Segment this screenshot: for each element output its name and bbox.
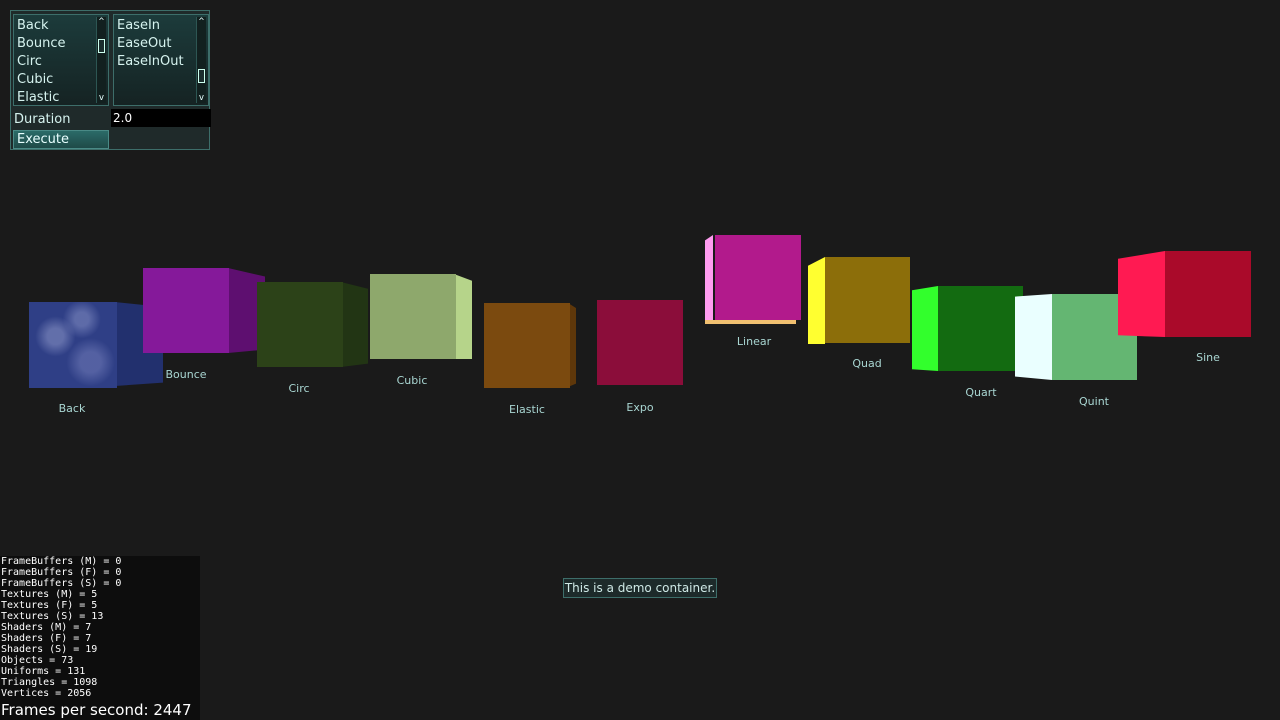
cube-front-face <box>825 257 910 343</box>
cube-side-face <box>808 257 825 344</box>
cube-front-face <box>143 268 229 353</box>
cube-circ <box>257 282 368 367</box>
cube-front-face <box>715 235 801 320</box>
cube-expo <box>597 300 683 385</box>
cube-cubic <box>370 274 472 359</box>
easing-mode-listbox[interactable]: EaseIn EaseOut EaseInOut ^ v <box>113 14 209 106</box>
cube-label-bounce: Bounce <box>165 368 207 381</box>
scroll-thumb[interactable] <box>198 69 205 83</box>
list-item[interactable]: Back <box>14 17 96 35</box>
stat-line: Textures (F) = 5 <box>1 600 98 611</box>
cube-label-linear: Linear <box>736 335 772 348</box>
cube-quart <box>912 286 1023 371</box>
cube-label-quart: Quart <box>965 386 997 399</box>
cube-quad <box>808 257 910 344</box>
cube-elastic <box>484 303 576 388</box>
demo-container: This is a demo container. <box>563 578 717 598</box>
easing-type-listbox[interactable]: Back Bounce Circ Cubic Elastic ^ v <box>13 14 109 106</box>
render-stats-overlay: FrameBuffers (M) = 0 FrameBuffers (F) = … <box>0 556 200 720</box>
cube-label-expo: Expo <box>626 401 654 414</box>
stat-line: FrameBuffers (M) = 0 <box>1 556 122 567</box>
cube-side-face <box>1118 251 1165 337</box>
stat-line: Textures (S) = 13 <box>1 611 104 622</box>
list-item[interactable]: Bounce <box>14 35 96 53</box>
cube-label-cubic: Cubic <box>396 374 428 387</box>
cube-sine <box>1118 251 1251 337</box>
duration-label: Duration <box>14 112 71 127</box>
list-item[interactable]: EaseOut <box>114 35 196 53</box>
fps-counter: Frames per second: 2447 <box>1 701 192 719</box>
duration-input[interactable] <box>111 109 211 127</box>
cube-front-face <box>257 282 343 367</box>
cube-bottom-face <box>705 320 796 324</box>
stat-line: Shaders (F) = 7 <box>1 633 92 644</box>
cube-side-face <box>1015 294 1052 380</box>
cube-side-face <box>705 235 713 324</box>
stat-line: Vertices = 2056 <box>1 688 92 699</box>
cube-label-sine: Sine <box>1196 351 1220 364</box>
stat-line: Shaders (S) = 19 <box>1 644 98 655</box>
list-item[interactable]: Circ <box>14 53 96 71</box>
scrollbar[interactable]: ^ v <box>196 17 206 103</box>
list-item[interactable]: EaseInOut <box>114 53 196 71</box>
list-item[interactable]: Cubic <box>14 71 96 89</box>
stat-line: Objects = 73 <box>1 655 74 666</box>
scroll-down-icon[interactable]: v <box>197 93 206 103</box>
cube-front-face <box>484 303 570 388</box>
cube-front-face <box>1165 251 1251 337</box>
list-item[interactable]: Elastic <box>14 89 96 105</box>
stat-line: Uniforms = 131 <box>1 666 86 677</box>
cube-label-elastic: Elastic <box>509 403 545 416</box>
stat-line: Shaders (M) = 7 <box>1 622 92 633</box>
cube-label-quad: Quad <box>852 357 882 370</box>
list-item[interactable]: EaseIn <box>114 17 196 35</box>
scroll-up-icon[interactable]: ^ <box>197 17 206 27</box>
cube-front-face <box>370 274 456 359</box>
cube-front-face <box>938 286 1023 371</box>
cube-label-circ: Circ <box>288 382 310 395</box>
execute-button[interactable]: Execute <box>13 130 109 149</box>
easing-control-panel: Back Bounce Circ Cubic Elastic ^ v EaseI… <box>10 10 211 150</box>
cube-side-face <box>341 282 368 367</box>
cube-side-face <box>454 274 472 359</box>
stat-line: Textures (M) = 5 <box>1 589 98 600</box>
stat-line: FrameBuffers (F) = 0 <box>1 567 122 578</box>
scroll-down-icon[interactable]: v <box>97 93 106 103</box>
scroll-thumb[interactable] <box>98 39 105 53</box>
cube-bounce <box>143 268 265 353</box>
cube-side-face <box>912 286 938 371</box>
stat-line: Triangles = 1098 <box>1 677 98 688</box>
cube-front-face <box>29 302 117 388</box>
scroll-up-icon[interactable]: ^ <box>97 17 106 27</box>
cube-linear <box>705 235 801 324</box>
stat-line: FrameBuffers (S) = 0 <box>1 578 122 589</box>
cube-label-quint: Quint <box>1079 395 1109 408</box>
cube-front-face <box>597 300 683 385</box>
scrollbar[interactable]: ^ v <box>96 17 106 103</box>
cube-label-back: Back <box>58 402 86 415</box>
